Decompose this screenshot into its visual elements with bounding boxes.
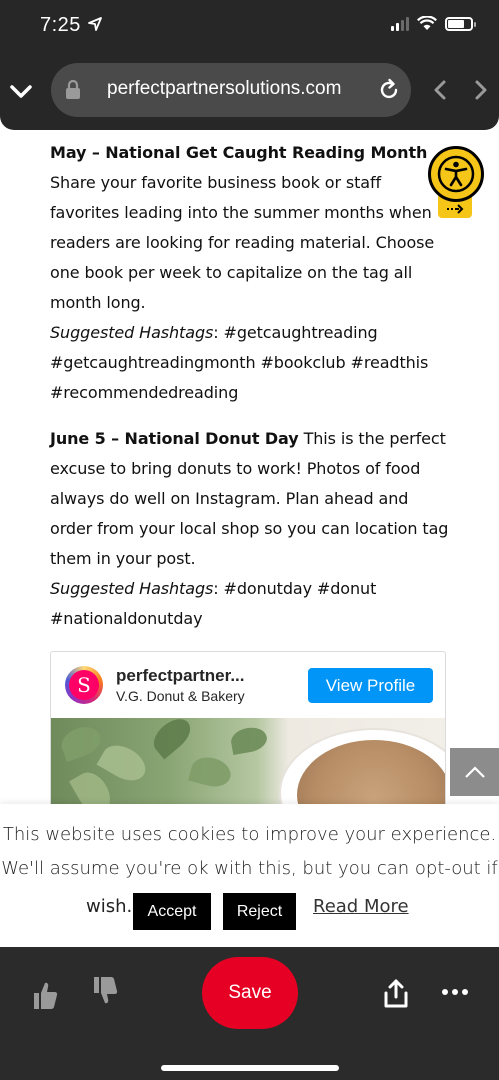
accessibility-person-icon: [437, 155, 475, 193]
june-heading: June 5 – National Donut Day: [50, 429, 299, 448]
cookie-wish-text: wish.: [86, 896, 133, 917]
accept-button[interactable]: Accept: [133, 893, 211, 930]
status-time: 7:25: [40, 14, 81, 36]
article-content: May – National Get Caught Reading Month …: [50, 138, 450, 650]
location-arrow-icon: [88, 17, 102, 31]
forward-arrow-icon[interactable]: [471, 78, 491, 102]
address-bar[interactable]: perfectpartnersolutions.com: [51, 63, 411, 117]
instagram-embed: S perfectpartner... V.G. Donut & Bakery …: [50, 651, 446, 821]
cookie-banner: This website uses cookies to improve you…: [0, 804, 499, 947]
signal-icon: [391, 16, 409, 31]
chevron-down-icon[interactable]: [8, 78, 34, 104]
june-hashtag-label: Suggested Hashtags: [50, 579, 214, 598]
may-hashtag-label: Suggested Hashtags: [50, 323, 214, 342]
lock-icon: [66, 80, 80, 99]
bottom-action-bar: Save: [0, 947, 499, 1080]
accessibility-button[interactable]: [428, 146, 484, 202]
url-text[interactable]: perfectpartnersolutions.com: [107, 78, 341, 100]
wifi-icon: [417, 16, 437, 30]
more-options-icon[interactable]: [441, 987, 469, 997]
avatar[interactable]: S: [65, 666, 103, 704]
save-button[interactable]: Save: [202, 957, 298, 1029]
browser-toolbar: perfectpartnersolutions.com: [0, 54, 499, 130]
reject-button[interactable]: Reject: [223, 893, 296, 930]
reload-icon[interactable]: [377, 78, 401, 102]
instagram-username[interactable]: perfectpartner...: [116, 666, 245, 686]
back-arrow-icon[interactable]: [430, 78, 450, 102]
may-body: Share your favorite business book or sta…: [50, 173, 435, 312]
avatar-logo: S: [69, 670, 99, 700]
read-more-link[interactable]: Read More: [313, 896, 409, 917]
status-bar: 7:25: [0, 0, 499, 54]
may-heading: May – National Get Caught Reading Month: [50, 143, 428, 162]
may-section: May – National Get Caught Reading Month …: [50, 138, 450, 408]
instagram-location[interactable]: V.G. Donut & Bakery: [116, 688, 245, 704]
thumbs-up-icon[interactable]: [30, 979, 58, 1011]
thumbs-down-icon[interactable]: [90, 975, 118, 1007]
share-icon[interactable]: [382, 979, 410, 1009]
scroll-to-top-button[interactable]: [450, 748, 499, 796]
battery-icon: [445, 16, 476, 31]
chevron-up-icon: [464, 766, 485, 778]
status-icons: [391, 16, 476, 31]
home-indicator: [161, 1065, 339, 1071]
june-section: June 5 – National Donut Day This is the …: [50, 424, 450, 634]
june-body: This is the perfect excuse to bring donu…: [50, 429, 449, 568]
view-profile-button[interactable]: View Profile: [308, 668, 433, 703]
